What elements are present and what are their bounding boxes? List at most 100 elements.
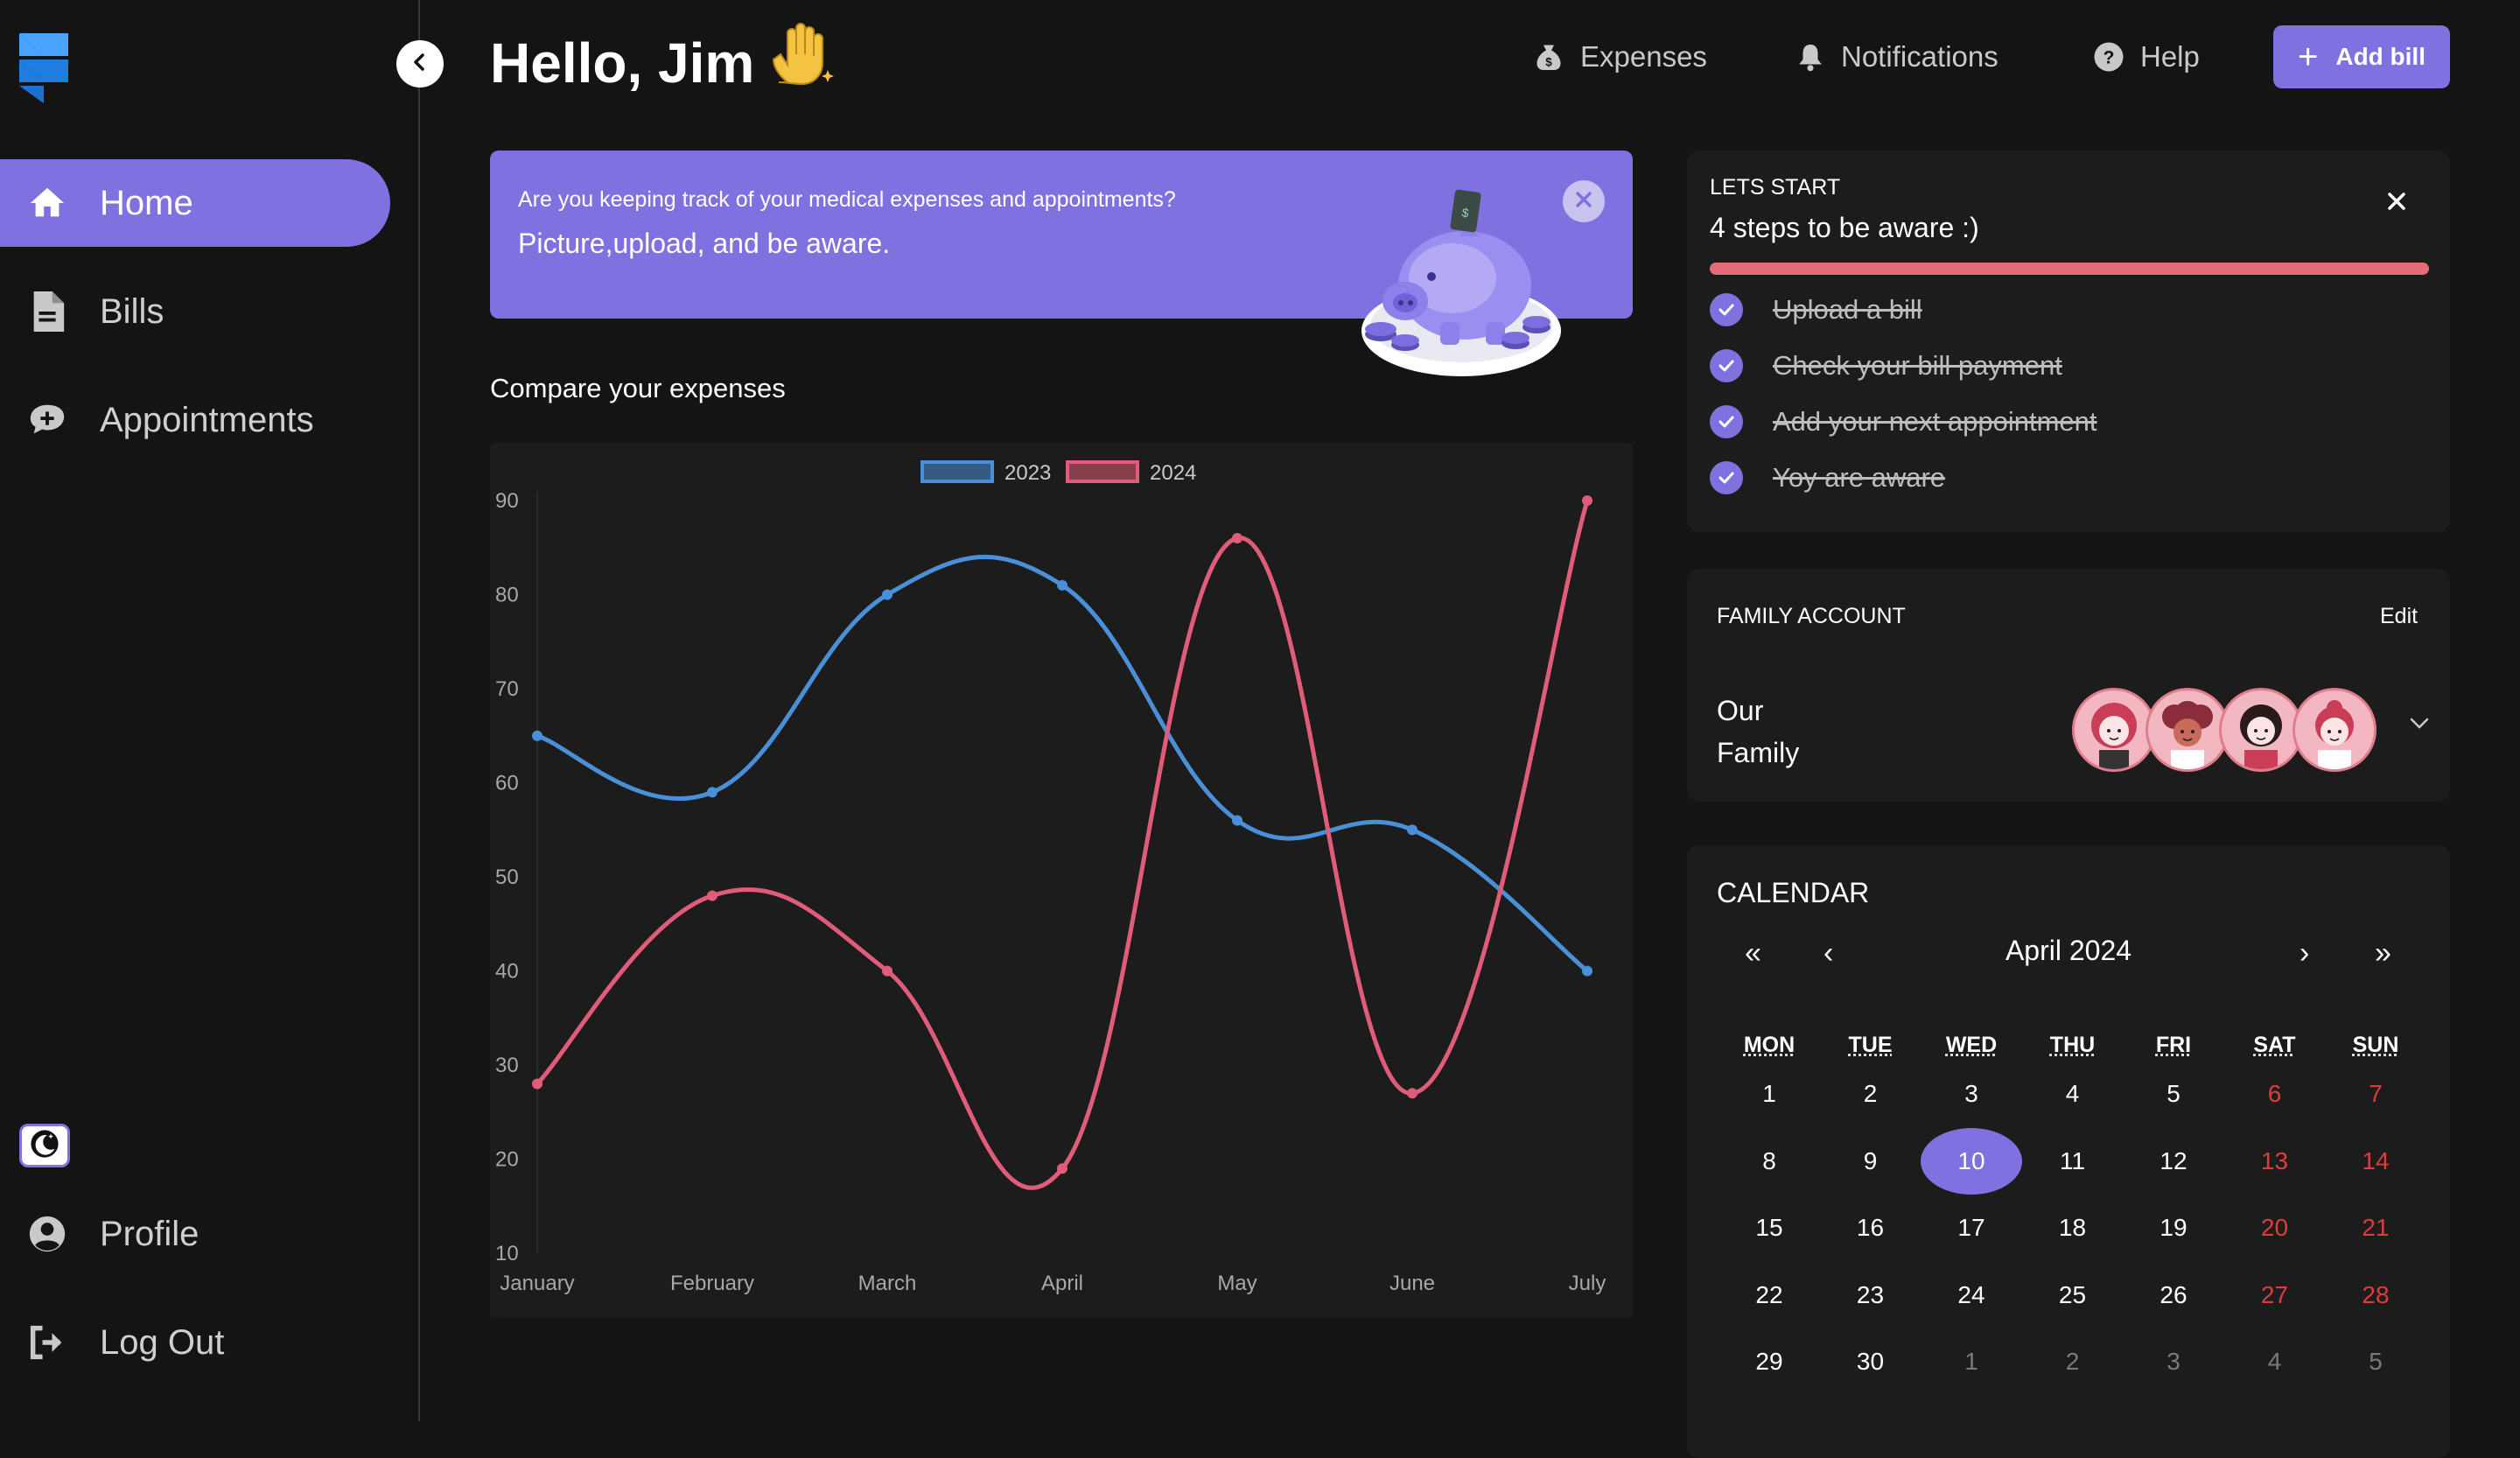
step-item[interactable]: Yoy are aware xyxy=(1710,460,1945,495)
calendar-day[interactable]: 17 xyxy=(1921,1195,2022,1261)
calendar-day[interactable]: 13 xyxy=(2224,1128,2326,1195)
step-item[interactable]: Check your bill payment xyxy=(1710,348,2062,383)
calendar-next-button[interactable]: › xyxy=(2300,936,2309,971)
data-point-2023 xyxy=(1407,824,1418,836)
calendar-day[interactable]: 10 xyxy=(1921,1127,2022,1195)
y-tick-label: 70 xyxy=(495,677,519,701)
calendar-day[interactable]: 9 xyxy=(1820,1128,1922,1195)
theme-toggle[interactable] xyxy=(19,1124,70,1167)
calendar-day[interactable]: 14 xyxy=(2325,1128,2426,1195)
calendar-day[interactable]: 30 xyxy=(1820,1328,1922,1395)
sidebar-item-home[interactable]: Home xyxy=(0,159,390,247)
sidebar-item-label: Profile xyxy=(100,1214,200,1253)
moon-icon xyxy=(30,1129,60,1163)
calendar-day[interactable]: 25 xyxy=(2022,1262,2124,1328)
calendar-weekday-header: SAT xyxy=(2253,1033,2296,1057)
expenses-chart-svg: 10 20 30 40 50 60 70 80 90 January February March Ap… xyxy=(495,460,1606,1295)
y-tick-label: 10 xyxy=(495,1242,519,1265)
calendar-day[interactable]: 2 xyxy=(1820,1061,1922,1127)
legend-label-2024: 2024 xyxy=(1150,461,1196,485)
check-icon xyxy=(1710,349,1743,382)
y-tick-label: 60 xyxy=(495,772,519,796)
sidebar-item-label: Home xyxy=(100,183,193,222)
avatar[interactable] xyxy=(2072,688,2156,772)
calendar-day[interactable]: 11 xyxy=(2022,1128,2124,1195)
x-tick-label: January xyxy=(500,1272,574,1295)
steps-progress-bar xyxy=(1710,263,2429,275)
chat-plus-icon xyxy=(24,397,70,443)
avatar[interactable] xyxy=(2146,688,2230,772)
calendar-day[interactable]: 22 xyxy=(1718,1262,1820,1328)
calendar-day[interactable]: 27 xyxy=(2224,1262,2326,1328)
family-name: Our Family xyxy=(1717,695,1800,768)
calendar-prev-button[interactable]: ‹ xyxy=(1824,936,1833,971)
sidebar-item-label: Appointments xyxy=(100,400,314,439)
step-label: Upload a bill xyxy=(1773,294,1922,325)
calendar-day[interactable]: 1 xyxy=(1921,1328,2022,1395)
notifications-link[interactable]: Notifications xyxy=(1796,33,1998,81)
family-account-kicker: FAMILY ACCOUNT xyxy=(1717,604,1906,628)
calendar-day[interactable]: 7 xyxy=(2325,1061,2426,1127)
calendar-day[interactable]: 18 xyxy=(2022,1195,2124,1261)
sidebar-item-bills[interactable]: Bills xyxy=(0,268,390,355)
banner-question: Are you keeping track of your medical ex… xyxy=(518,187,1176,212)
sidebar-item-appointments[interactable]: Appointments xyxy=(0,376,390,464)
calendar-last-button[interactable]: » xyxy=(2375,936,2391,971)
calendar-day[interactable]: 21 xyxy=(2325,1195,2426,1261)
y-tick-label: 50 xyxy=(495,866,519,889)
calendar-weekday-header: TUE xyxy=(1848,1033,1893,1057)
banner-message: Picture,upload, and be aware. xyxy=(518,228,891,259)
calendar-day[interactable]: 3 xyxy=(2123,1328,2224,1395)
help-label: Help xyxy=(2140,40,2200,73)
calendar-weekday-header: THU xyxy=(2049,1033,2096,1057)
sidebar-item-logout[interactable]: Log Out xyxy=(0,1299,390,1386)
step-item[interactable]: Upload a bill xyxy=(1710,292,1922,327)
calendar-day[interactable]: 28 xyxy=(2325,1262,2426,1328)
data-point-2024 xyxy=(1232,533,1242,543)
expenses-link[interactable]: $ Expenses xyxy=(1533,33,1707,81)
chevron-down-icon[interactable] xyxy=(2410,718,2429,734)
calendar-first-button[interactable]: « xyxy=(1745,936,1761,971)
calendar-day[interactable]: 20 xyxy=(2224,1195,2326,1261)
series-line-2023 xyxy=(536,554,1589,973)
calendar-day[interactable]: 3 xyxy=(1921,1061,2022,1127)
steps-card: LETS START 4 steps to be aware :) Upload… xyxy=(1687,151,2450,532)
calendar-day[interactable]: 5 xyxy=(2123,1061,2224,1127)
data-point-2024 xyxy=(532,1078,542,1090)
steps-close-button[interactable] xyxy=(2387,182,2406,217)
data-point-2024 xyxy=(1057,1163,1068,1174)
calendar-day[interactable]: 1 xyxy=(1718,1061,1820,1127)
sidebar-item-profile[interactable]: Profile xyxy=(0,1190,390,1278)
calendar-day[interactable]: 29 xyxy=(1718,1328,1820,1395)
help-link[interactable]: ? Help xyxy=(2093,33,2200,81)
legend-swatch-2023 xyxy=(920,460,994,483)
avatar[interactable] xyxy=(2292,688,2376,772)
y-tick-label: 30 xyxy=(495,1054,519,1077)
wave-icon xyxy=(770,23,840,102)
step-item[interactable]: Add your next appointment xyxy=(1710,404,2097,439)
add-bill-button[interactable]: + Add bill xyxy=(2273,25,2450,88)
collapse-sidebar-button[interactable] xyxy=(396,40,444,88)
calendar-month-label[interactable]: April 2024 xyxy=(1976,935,2161,967)
calendar-day[interactable]: 26 xyxy=(2123,1262,2224,1328)
calendar-day[interactable]: 19 xyxy=(2123,1195,2224,1261)
calendar-day[interactable]: 8 xyxy=(1718,1128,1820,1195)
money-bag-icon: $ xyxy=(1533,41,1564,73)
piggy-bank-illustration: $ xyxy=(1362,189,1561,376)
calendar-day[interactable]: 4 xyxy=(2022,1061,2124,1127)
avatar[interactable] xyxy=(2219,688,2303,772)
calendar-day[interactable]: 5 xyxy=(2325,1328,2426,1395)
family-edit-button[interactable]: Edit xyxy=(2380,604,2418,629)
calendar-day[interactable]: 2 xyxy=(2022,1328,2124,1395)
calendar-day[interactable]: 4 xyxy=(2224,1328,2326,1395)
series-line-2024 xyxy=(536,500,1590,1190)
calendar-day[interactable]: 15 xyxy=(1718,1195,1820,1261)
calendar-day[interactable]: 23 xyxy=(1820,1262,1922,1328)
data-point-2024 xyxy=(882,965,892,977)
calendar-day[interactable]: 6 xyxy=(2224,1061,2326,1127)
calendar-day[interactable]: 12 xyxy=(2123,1128,2224,1195)
sidebar-item-label: Log Out xyxy=(100,1322,225,1362)
calendar-day[interactable]: 16 xyxy=(1820,1195,1922,1261)
svg-text:?: ? xyxy=(2104,48,2115,68)
calendar-day[interactable]: 24 xyxy=(1921,1262,2022,1328)
